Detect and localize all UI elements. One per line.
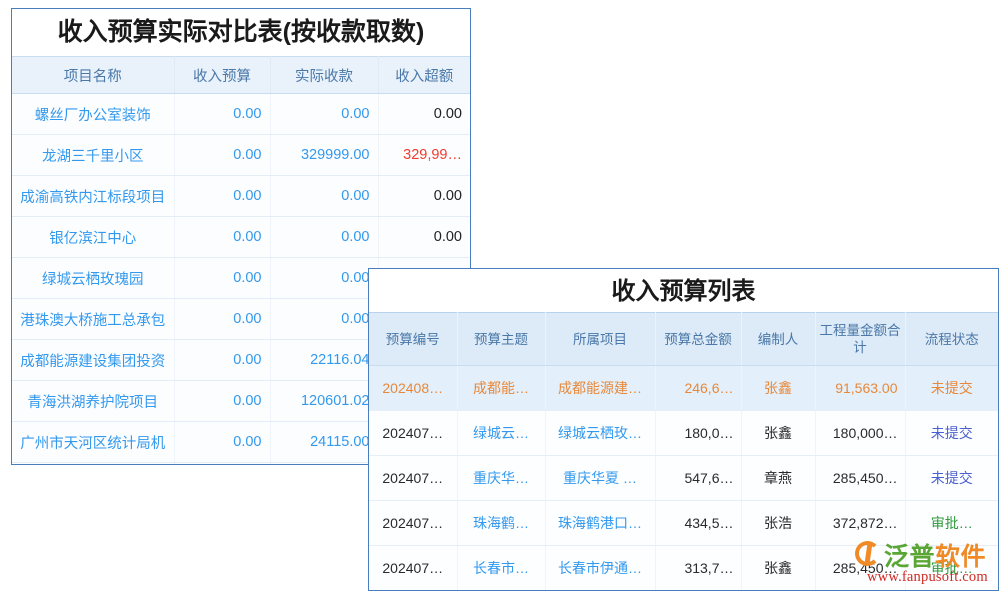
cell-project-name: 港珠澳大桥施工总承包 (12, 299, 174, 340)
cell-budget-total: 246,6… (655, 366, 741, 411)
cell-actual-receipt: 0.00 (270, 299, 378, 340)
cell-quantity-total: 285,450… (815, 546, 905, 591)
income-budget-list-table: 预算编号 预算主题 所属项目 预算总金额 编制人 工程量金额合计 流程状态 20… (369, 312, 998, 591)
cell-quantity-total: 285,450… (815, 456, 905, 501)
cell-income-budget: 0.00 (174, 176, 270, 217)
cell-belong-project: 珠海鹤港口… (545, 501, 655, 546)
cell-quantity-total: 372,872… (815, 501, 905, 546)
left-table-header-row: 项目名称 收入预算 实际收款 收入超额 (12, 57, 470, 94)
table-row[interactable]: 龙湖三千里小区0.00329999.00329,99… (12, 135, 470, 176)
col-header-income-excess[interactable]: 收入超额 (378, 57, 470, 94)
cell-author: 张鑫 (741, 411, 815, 456)
cell-income-excess: 329,99… (378, 135, 470, 176)
col-header-project-name[interactable]: 项目名称 (12, 57, 174, 94)
right-table-body: 202408…成都能…成都能源建…246,6…张鑫91,563.00未提交202… (369, 366, 998, 591)
cell-project-name: 银亿滨江中心 (12, 217, 174, 258)
cell-author: 章燕 (741, 456, 815, 501)
cell-quantity-total: 180,000… (815, 411, 905, 456)
cell-belong-project: 重庆华夏 … (545, 456, 655, 501)
cell-budget-code: 202407… (369, 501, 457, 546)
table-row[interactable]: 202407…珠海鹤…珠海鹤港口…434,5…张浩372,872…审批… (369, 501, 998, 546)
cell-budget-total: 180,0… (655, 411, 741, 456)
cell-budget-code: 202407… (369, 546, 457, 591)
cell-income-budget: 0.00 (174, 135, 270, 176)
table-row[interactable]: 202407…绿城云…绿城云栖玫…180,0…张鑫180,000…未提交 (369, 411, 998, 456)
cell-budget-total: 313,7… (655, 546, 741, 591)
cell-actual-receipt: 22116.04 (270, 340, 378, 381)
cell-budget-code: 202407… (369, 411, 457, 456)
cell-budget-total: 547,6… (655, 456, 741, 501)
cell-project-name: 绿城云栖玫瑰园 (12, 258, 174, 299)
cell-budget-code: 202408… (369, 366, 457, 411)
cell-income-budget: 0.00 (174, 422, 270, 463)
cell-budget-subject: 成都能… (457, 366, 545, 411)
cell-income-excess: 0.00 (378, 94, 470, 135)
cell-actual-receipt: 329999.00 (270, 135, 378, 176)
col-header-quantity-total[interactable]: 工程量金额合计 (815, 313, 905, 366)
cell-income-budget: 0.00 (174, 381, 270, 422)
table-row[interactable]: 成渝高铁内江标段项目0.000.000.00 (12, 176, 470, 217)
col-header-flow-status[interactable]: 流程状态 (905, 313, 998, 366)
cell-income-excess: 0.00 (378, 176, 470, 217)
col-header-author[interactable]: 编制人 (741, 313, 815, 366)
status-badge: 审批… (905, 501, 998, 546)
cell-project-name: 成渝高铁内江标段项目 (12, 176, 174, 217)
cell-actual-receipt: 0.00 (270, 94, 378, 135)
cell-project-name: 广州市天河区统计局机 (12, 422, 174, 463)
cell-actual-receipt: 11716.15 (270, 463, 378, 466)
cell-budget-code: 202407… (369, 456, 457, 501)
right-table-header-row: 预算编号 预算主题 所属项目 预算总金额 编制人 工程量金额合计 流程状态 (369, 313, 998, 366)
cell-author: 张浩 (741, 501, 815, 546)
cell-budget-subject: 珠海鹤… (457, 501, 545, 546)
left-panel-title: 收入预算实际对比表(按收款取数) (12, 9, 470, 56)
cell-income-excess: 0.00 (378, 217, 470, 258)
table-row[interactable]: 银亿滨江中心0.000.000.00 (12, 217, 470, 258)
cell-project-name: 青海洪湖养护院项目 (12, 381, 174, 422)
cell-belong-project: 成都能源建… (545, 366, 655, 411)
cell-income-budget: 0.00 (174, 299, 270, 340)
cell-author: 张鑫 (741, 366, 815, 411)
col-header-income-budget[interactable]: 收入预算 (174, 57, 270, 94)
table-row[interactable]: 202407…重庆华…重庆华夏 …547,6…章燕285,450…未提交 (369, 456, 998, 501)
cell-income-budget: 0.00 (174, 217, 270, 258)
col-header-budget-subject[interactable]: 预算主题 (457, 313, 545, 366)
cell-budget-subject: 绿城云… (457, 411, 545, 456)
cell-income-budget: 0.00 (174, 340, 270, 381)
status-badge: 未提交 (905, 456, 998, 501)
screen-root: 收入预算实际对比表(按收款取数) 项目名称 收入预算 实际收款 收入超额 螺丝厂… (0, 0, 1000, 600)
status-badge: 未提交 (905, 366, 998, 411)
left-table-head: 项目名称 收入预算 实际收款 收入超额 (12, 57, 470, 94)
cell-project-name: 成都能源建设集团投资 (12, 340, 174, 381)
cell-quantity-total: 91,563.00 (815, 366, 905, 411)
cell-budget-total: 434,5… (655, 501, 741, 546)
cell-belong-project: 绿城云栖玫… (545, 411, 655, 456)
col-header-budget-code[interactable]: 预算编号 (369, 313, 457, 366)
cell-actual-receipt: 0.00 (270, 217, 378, 258)
col-header-actual-receipt[interactable]: 实际收款 (270, 57, 378, 94)
cell-income-budget: 0.00 (174, 258, 270, 299)
right-panel-title: 收入预算列表 (369, 269, 998, 312)
cell-actual-receipt: 24115.00 (270, 422, 378, 463)
col-header-budget-total[interactable]: 预算总金额 (655, 313, 741, 366)
cell-budget-subject: 长春市… (457, 546, 545, 591)
cell-actual-receipt: 0.00 (270, 176, 378, 217)
cell-budget-subject: 重庆华… (457, 456, 545, 501)
income-budget-list-panel: 收入预算列表 预算编号 预算主题 所属项目 预算总金额 编制人 工程量金额合计 … (368, 268, 999, 591)
table-row[interactable]: 202407…长春市…长春市伊通…313,7…张鑫285,450…审批… (369, 546, 998, 591)
cell-project-name: 龙湖三千里小区 (12, 135, 174, 176)
cell-author: 张鑫 (741, 546, 815, 591)
col-header-belong-project[interactable]: 所属项目 (545, 313, 655, 366)
status-badge: 审批… (905, 546, 998, 591)
right-table-head: 预算编号 预算主题 所属项目 预算总金额 编制人 工程量金额合计 流程状态 (369, 313, 998, 366)
cell-actual-receipt: 120601.02 (270, 381, 378, 422)
cell-project-name: 螺丝厂办公室装饰 (12, 94, 174, 135)
cell-income-budget: 0.00 (174, 94, 270, 135)
table-row[interactable]: 螺丝厂办公室装饰0.000.000.00 (12, 94, 470, 135)
cell-income-budget: 0.00 (174, 463, 270, 466)
cell-actual-receipt: 0.00 (270, 258, 378, 299)
status-badge: 未提交 (905, 411, 998, 456)
cell-belong-project: 长春市伊通… (545, 546, 655, 591)
cell-project-name: 云南水利枢纽潜明水库 (12, 463, 174, 466)
table-row[interactable]: 202408…成都能…成都能源建…246,6…张鑫91,563.00未提交 (369, 366, 998, 411)
